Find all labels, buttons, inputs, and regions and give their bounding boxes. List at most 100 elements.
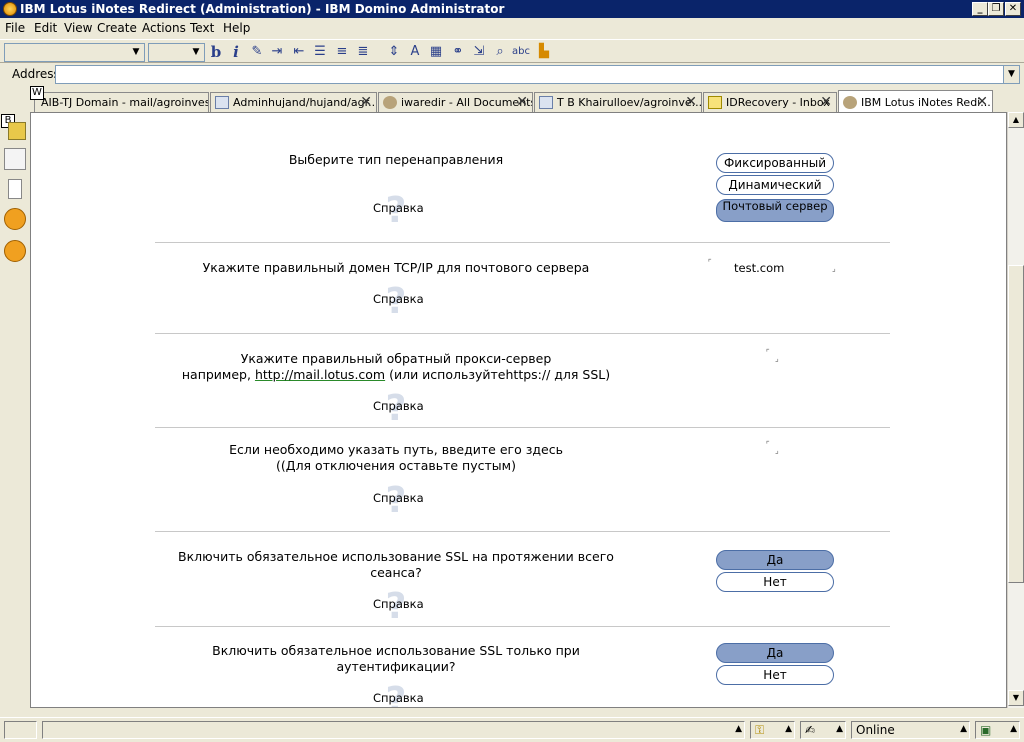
section-icon[interactable]: ▙ — [535, 44, 553, 60]
indent-icon[interactable]: ⇥ — [268, 44, 286, 60]
ssl-session-yes-button[interactable]: Да — [716, 550, 834, 570]
tools-icon[interactable] — [4, 240, 26, 262]
find-icon[interactable]: ⌕ — [491, 44, 509, 60]
pen-icon: ✍ — [805, 723, 816, 737]
lotus-app-icon[interactable] — [3, 2, 17, 16]
reverse-proxy-question-prefix: например, — [181, 367, 255, 382]
path-row: Если необходимо указать путь, введите ег… — [155, 428, 890, 532]
tab-idrecovery[interactable]: IDRecovery - Inbox ✕ — [703, 92, 837, 112]
help-link[interactable]: ? Справка — [373, 281, 424, 328]
help-link[interactable]: ? Справка — [373, 480, 424, 527]
document-icon[interactable] — [4, 148, 26, 170]
status-message-cell[interactable]: ▲ — [42, 721, 745, 739]
ssl-auth-yes-button[interactable]: Да — [716, 643, 834, 663]
font-size-combo[interactable]: ▼ — [148, 43, 205, 62]
scroll-down-icon[interactable]: ▼ — [1008, 690, 1024, 706]
home-icon[interactable] — [8, 122, 26, 140]
menu-bar: File Edit View Create Actions Text Help — [0, 19, 1024, 38]
menu-create[interactable]: Create — [97, 21, 137, 35]
tab-aib-tj-domain[interactable]: AIB-TJ Domain - mail/agroinvest... — [34, 92, 209, 112]
reverse-proxy-row: Укажите правильный обратный прокси-серве… — [155, 334, 890, 429]
scroll-up-icon[interactable]: ▲ — [1008, 112, 1024, 128]
minimize-button[interactable]: _ — [972, 2, 988, 16]
menu-edit[interactable]: Edit — [34, 21, 57, 35]
tab-label: AIB-TJ Domain - mail/agroinvest... — [41, 96, 209, 109]
tab-inotes-redirect[interactable]: IBM Lotus iNotes Redi... ✕ — [838, 90, 993, 113]
tab-label: iwaredir - All Documents — [401, 96, 533, 109]
form-content: Выберите тип перенаправления ? Справка Ф… — [30, 112, 1007, 708]
tcp-domain-input[interactable]: test.com — [734, 261, 784, 275]
inbox-icon — [708, 96, 722, 109]
tab-khairulloev[interactable]: T B Khairulloev/agroinve... ✕ — [534, 92, 702, 112]
address-dropdown-icon[interactable]: ▼ — [1003, 65, 1020, 84]
help-label: Справка — [373, 292, 424, 306]
example-link[interactable]: http://mail.lotus.com — [255, 367, 385, 382]
insert-icon[interactable]: ⇲ — [470, 44, 488, 60]
spellcheck-icon[interactable]: abc — [512, 44, 530, 60]
italic-icon[interactable]: i — [227, 44, 245, 60]
path-input[interactable] — [771, 442, 773, 454]
tab-label: T B Khairulloev/agroinve... — [557, 96, 702, 109]
highlighter-icon[interactable]: ✎ — [248, 44, 266, 60]
reverse-proxy-question-suffix: (или используйтеhttps:// для SSL) — [385, 367, 611, 382]
help-link[interactable]: ? Справка — [373, 680, 424, 707]
close-icon[interactable]: ✕ — [976, 94, 988, 110]
text-style-icon[interactable]: A — [406, 44, 424, 60]
ssl-session-question-line1: Включить обязательное использование SSL … — [178, 549, 614, 564]
field-end-marker: ⌟ — [775, 354, 779, 363]
link-icon[interactable]: ⚭ — [449, 44, 467, 60]
help-label: Справка — [373, 201, 424, 215]
chevron-up-icon: ▲ — [785, 724, 792, 734]
location-status: Online — [856, 723, 895, 737]
spacing-icon[interactable]: ⇕ — [385, 44, 403, 60]
chevron-up-icon: ▲ — [735, 724, 742, 734]
option-mail-server-button[interactable]: Почтовый сервер — [716, 199, 834, 222]
bold-icon[interactable]: b — [207, 44, 225, 60]
reverse-proxy-input[interactable] — [771, 350, 773, 362]
ssl-auth-no-button[interactable]: Нет — [716, 665, 834, 685]
outdent-icon[interactable]: ⇤ — [290, 44, 308, 60]
close-icon[interactable]: ✕ — [516, 94, 528, 110]
field-start-marker: ⌜ — [766, 440, 770, 449]
database-icon — [383, 96, 397, 109]
redirect-type-row: Выберите тип перенаправления ? Справка Ф… — [155, 113, 890, 243]
tab-adminhujand[interactable]: Adminhujand/hujand/agr... ✕ — [210, 92, 377, 112]
bullet-list-icon[interactable]: ☰ — [311, 44, 329, 60]
page-icon[interactable] — [8, 179, 22, 199]
replicator-icon[interactable] — [4, 208, 26, 230]
close-button[interactable]: ✕ — [1005, 2, 1021, 16]
menu-file[interactable]: File — [5, 21, 25, 35]
menu-actions[interactable]: Actions — [142, 21, 186, 35]
help-link[interactable]: ? Справка — [373, 190, 424, 237]
address-input[interactable] — [55, 65, 1005, 84]
option-fixed-button[interactable]: Фиксированный — [716, 153, 834, 173]
menu-help[interactable]: Help — [223, 21, 250, 35]
option-dynamic-button[interactable]: Динамический — [716, 175, 834, 195]
status-cell-small[interactable] — [4, 721, 37, 739]
font-name-combo[interactable]: ▼ — [4, 43, 145, 62]
close-icon[interactable]: ✕ — [685, 94, 697, 110]
close-icon[interactable]: ✕ — [360, 94, 372, 110]
scroll-thumb[interactable] — [1008, 265, 1024, 583]
ssl-auth-question-line2: аутентификации? — [336, 659, 456, 674]
tcp-domain-question: Укажите правильный домен TCP/IP для почт… — [202, 260, 590, 275]
path-question-line2: ((Для отключения оставьте пустым) — [276, 458, 516, 473]
signature-cell[interactable]: ✍ ▲ — [800, 721, 846, 739]
align-icon[interactable]: ≣ — [354, 44, 372, 60]
field-end-marker: ⌟ — [775, 446, 779, 455]
maximize-button[interactable]: ❐ — [988, 2, 1004, 16]
location-cell[interactable]: Online ▲ — [851, 721, 970, 739]
menu-view[interactable]: View — [64, 21, 92, 35]
numbered-list-icon[interactable]: ≡ — [333, 44, 351, 60]
table-icon[interactable]: ▦ — [427, 44, 445, 60]
tcp-domain-row: Укажите правильный домен TCP/IP для почт… — [155, 243, 890, 334]
security-cell[interactable]: ⚿ ▲ — [750, 721, 795, 739]
chevron-up-icon: ▲ — [960, 724, 967, 734]
replication-cell[interactable]: ▣ ▲ — [975, 721, 1020, 739]
tab-iwaredir[interactable]: iwaredir - All Documents ✕ — [378, 92, 533, 112]
close-icon[interactable]: ✕ — [820, 94, 832, 110]
chevron-up-icon: ▲ — [1010, 724, 1017, 734]
menu-text[interactable]: Text — [190, 21, 214, 35]
ssl-session-no-button[interactable]: Нет — [716, 572, 834, 592]
vertical-scrollbar[interactable]: ▲ ▼ — [1007, 112, 1024, 708]
